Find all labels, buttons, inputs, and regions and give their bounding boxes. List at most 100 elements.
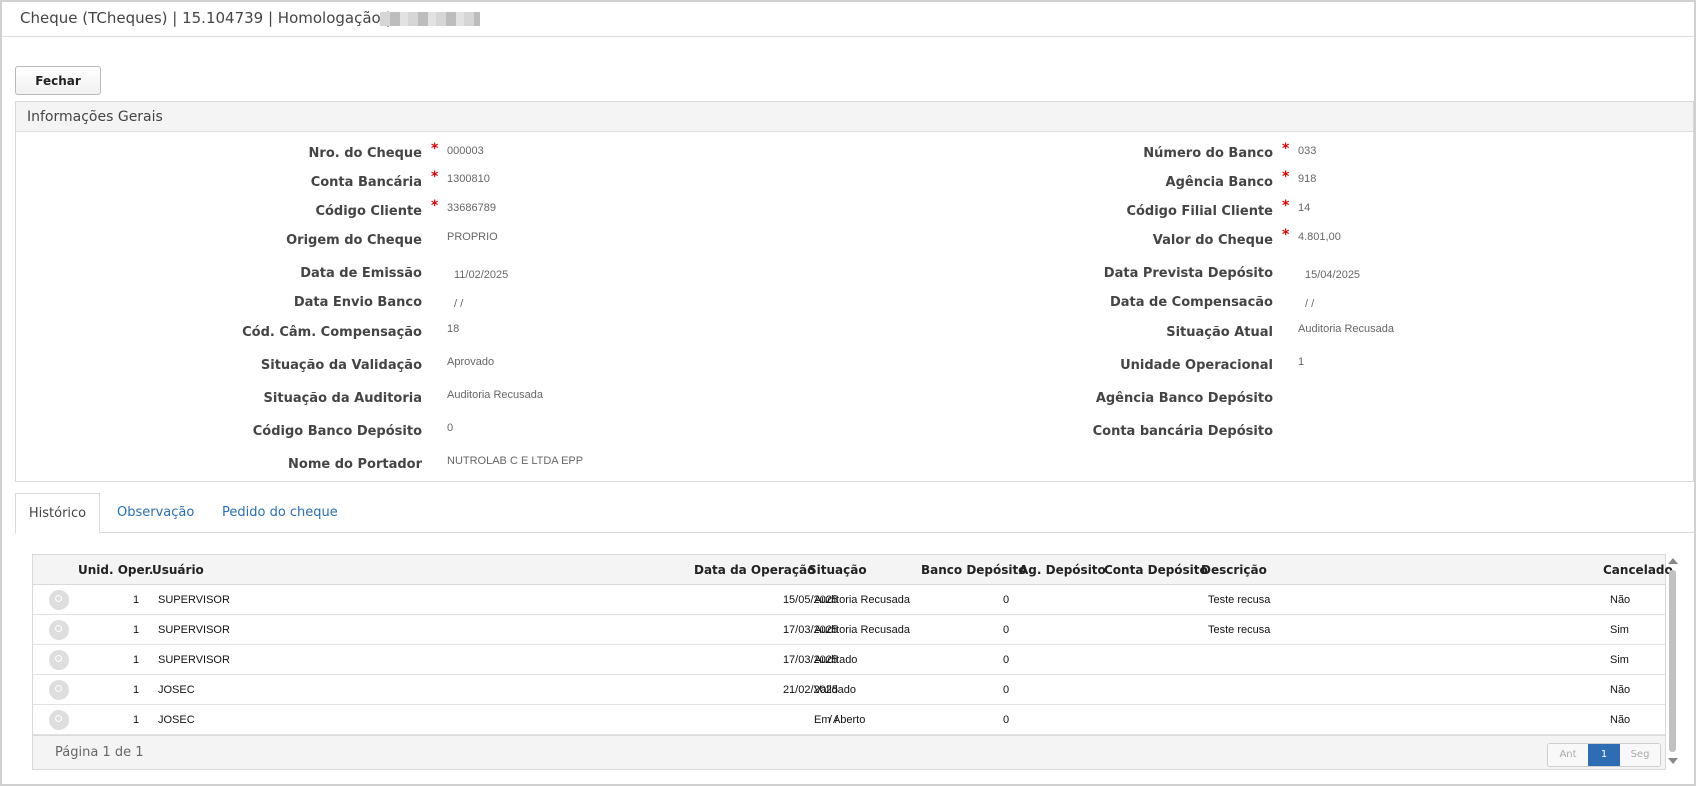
field-value: 918: [1298, 173, 1317, 185]
field-label: Conta Bancária: [310, 175, 422, 190]
table-row[interactable]: 1 SUPERVISOR 17/03/2025 Auditoria Recusa…: [33, 615, 1665, 645]
field-value: Auditoria Recusada: [447, 389, 544, 401]
field-label: Unidade Operacional: [1120, 358, 1273, 373]
field-value: 33686789: [447, 202, 496, 214]
tab-historico[interactable]: Histórico: [15, 493, 100, 534]
field-value: 1300810: [447, 173, 490, 185]
cell-usuario: SUPERVISOR: [158, 654, 230, 666]
cell-cancelado: Sim: [1610, 654, 1629, 666]
cell-banco: 0: [1003, 654, 1010, 666]
grid-scrollbar[interactable]: [1667, 556, 1679, 766]
column-header-ag-deposito[interactable]: Ag. Depósito: [1019, 555, 1106, 585]
magnifier-icon[interactable]: [49, 620, 69, 640]
grid-header: Unid. Oper. Usuário Data da Operação Sit…: [33, 555, 1673, 585]
field-label: Situação da Validação: [260, 358, 422, 373]
cell-unid: 1: [133, 624, 140, 636]
column-header-cancelado[interactable]: Cancelado: [1603, 555, 1673, 585]
field-label: Origem do Cheque: [286, 233, 422, 248]
cell-banco: 0: [1003, 594, 1010, 606]
cell-cancelado: Não: [1610, 684, 1631, 696]
field-value: 15/04/2025: [1305, 269, 1361, 281]
field-value: 14: [1298, 202, 1311, 214]
column-header-unid-oper[interactable]: Unid. Oper.: [78, 555, 153, 585]
tab-bar: Histórico Observação Pedido do cheque: [15, 493, 1694, 534]
close-button[interactable]: Fechar: [15, 66, 101, 95]
cell-situacao: Validado: [814, 684, 856, 696]
column-header-data-operacao[interactable]: Data da Operação: [694, 555, 815, 585]
table-row[interactable]: 1 SUPERVISOR 15/05/2025 Auditoria Recusa…: [33, 585, 1665, 615]
cell-usuario: JOSEC: [158, 714, 195, 726]
required-marker: *: [431, 141, 439, 157]
panel-title: Informações Gerais: [16, 102, 1693, 132]
cell-situacao: Auditoria Recusada: [814, 624, 911, 636]
field-label: Código Filial Cliente: [1126, 204, 1273, 219]
cell-banco: 0: [1003, 684, 1010, 696]
tab-pedido-do-cheque[interactable]: Pedido do cheque: [222, 493, 338, 533]
cell-banco: 0: [1003, 624, 1010, 636]
cell-situacao: Em Aberto: [814, 714, 866, 726]
field-label: Código Banco Depósito: [252, 424, 422, 439]
prev-page-button[interactable]: Ant: [1548, 744, 1588, 766]
field-value: Aprovado: [447, 356, 495, 368]
next-page-button[interactable]: Seg: [1620, 744, 1660, 766]
title-bar: Cheque (TCheques) | 15.104739 | Homologa…: [2, 2, 1694, 37]
history-grid: Unid. Oper. Usuário Data da Operação Sit…: [32, 554, 1673, 770]
field-value: / /: [1305, 298, 1315, 310]
cell-situacao: Auditado: [814, 654, 858, 666]
magnifier-icon[interactable]: [49, 710, 69, 730]
table-row[interactable]: 1 JOSEC 21/02/2025 Validado 0 Não: [33, 675, 1665, 705]
pagination: Ant 1 Seg: [1547, 743, 1661, 767]
cell-cancelado: Não: [1610, 594, 1631, 606]
cell-descricao: Teste recusa: [1208, 624, 1271, 636]
tab-observacao[interactable]: Observação: [117, 493, 194, 533]
column-header-usuario[interactable]: Usuário: [152, 555, 204, 585]
field-label: Conta bancária Depósito: [1092, 424, 1273, 439]
field-value: 000003: [447, 145, 484, 157]
scroll-down-icon[interactable]: [1668, 758, 1678, 764]
table-row[interactable]: 1 JOSEC / / Em Aberto 0 Não: [33, 705, 1665, 735]
field-label: Situação da Auditoria: [263, 391, 422, 406]
field-label: Situação Atual: [1166, 325, 1273, 340]
magnifier-icon[interactable]: [49, 590, 69, 610]
cell-descricao: Teste recusa: [1208, 594, 1271, 606]
field-value: 033: [1298, 145, 1317, 157]
required-marker: *: [1282, 141, 1290, 157]
required-marker: *: [1282, 227, 1290, 243]
cell-cancelado: Sim: [1610, 624, 1629, 636]
column-header-situacao[interactable]: Situação: [808, 555, 867, 585]
cell-cancelado: Não: [1610, 714, 1631, 726]
cell-usuario: JOSEC: [158, 684, 195, 696]
cell-banco: 0: [1003, 714, 1010, 726]
field-value: NUTROLAB C E LTDA EPP: [447, 455, 584, 467]
cell-situacao: Auditoria Recusada: [814, 594, 911, 606]
cell-unid: 1: [133, 684, 140, 696]
scroll-up-icon[interactable]: [1668, 558, 1678, 564]
current-page-button[interactable]: 1: [1588, 744, 1620, 766]
cell-unid: 1: [133, 654, 140, 666]
field-label: Data Prevista Depósito: [1103, 266, 1273, 281]
required-marker: *: [1282, 169, 1290, 185]
grid-footer: Página 1 de 1 Ant 1 Seg: [33, 735, 1665, 769]
field-label: Nome do Portador: [288, 457, 422, 472]
magnifier-icon[interactable]: [49, 680, 69, 700]
field-label: Data de Emissão: [300, 266, 422, 281]
field-value: 1: [1298, 356, 1305, 368]
column-header-descricao[interactable]: Descrição: [1201, 555, 1267, 585]
field-label: Código Cliente: [315, 204, 422, 219]
scroll-thumb[interactable]: [1669, 570, 1676, 752]
cell-usuario: SUPERVISOR: [158, 624, 230, 636]
field-value: 4.801,00: [1298, 231, 1341, 243]
field-value: / /: [454, 298, 464, 310]
table-row[interactable]: 1 SUPERVISOR 17/03/2025 Auditado 0 Sim: [33, 645, 1665, 675]
field-label: Data de Compensacão: [1109, 295, 1273, 310]
field-label: Agência Banco: [1165, 175, 1273, 190]
field-label: Cód. Câm. Compensação: [242, 325, 422, 340]
cell-usuario: SUPERVISOR: [158, 594, 230, 606]
redacted-text-icon: [380, 12, 480, 26]
column-header-banco-deposito[interactable]: Banco Depósito: [921, 555, 1027, 585]
field-value: 0: [447, 422, 454, 434]
field-label: Data Envio Banco: [293, 295, 422, 310]
field-label: Agência Banco Depósito: [1095, 391, 1273, 406]
magnifier-icon[interactable]: [49, 650, 69, 670]
column-header-conta-deposito[interactable]: Conta Depósito: [1104, 555, 1208, 585]
